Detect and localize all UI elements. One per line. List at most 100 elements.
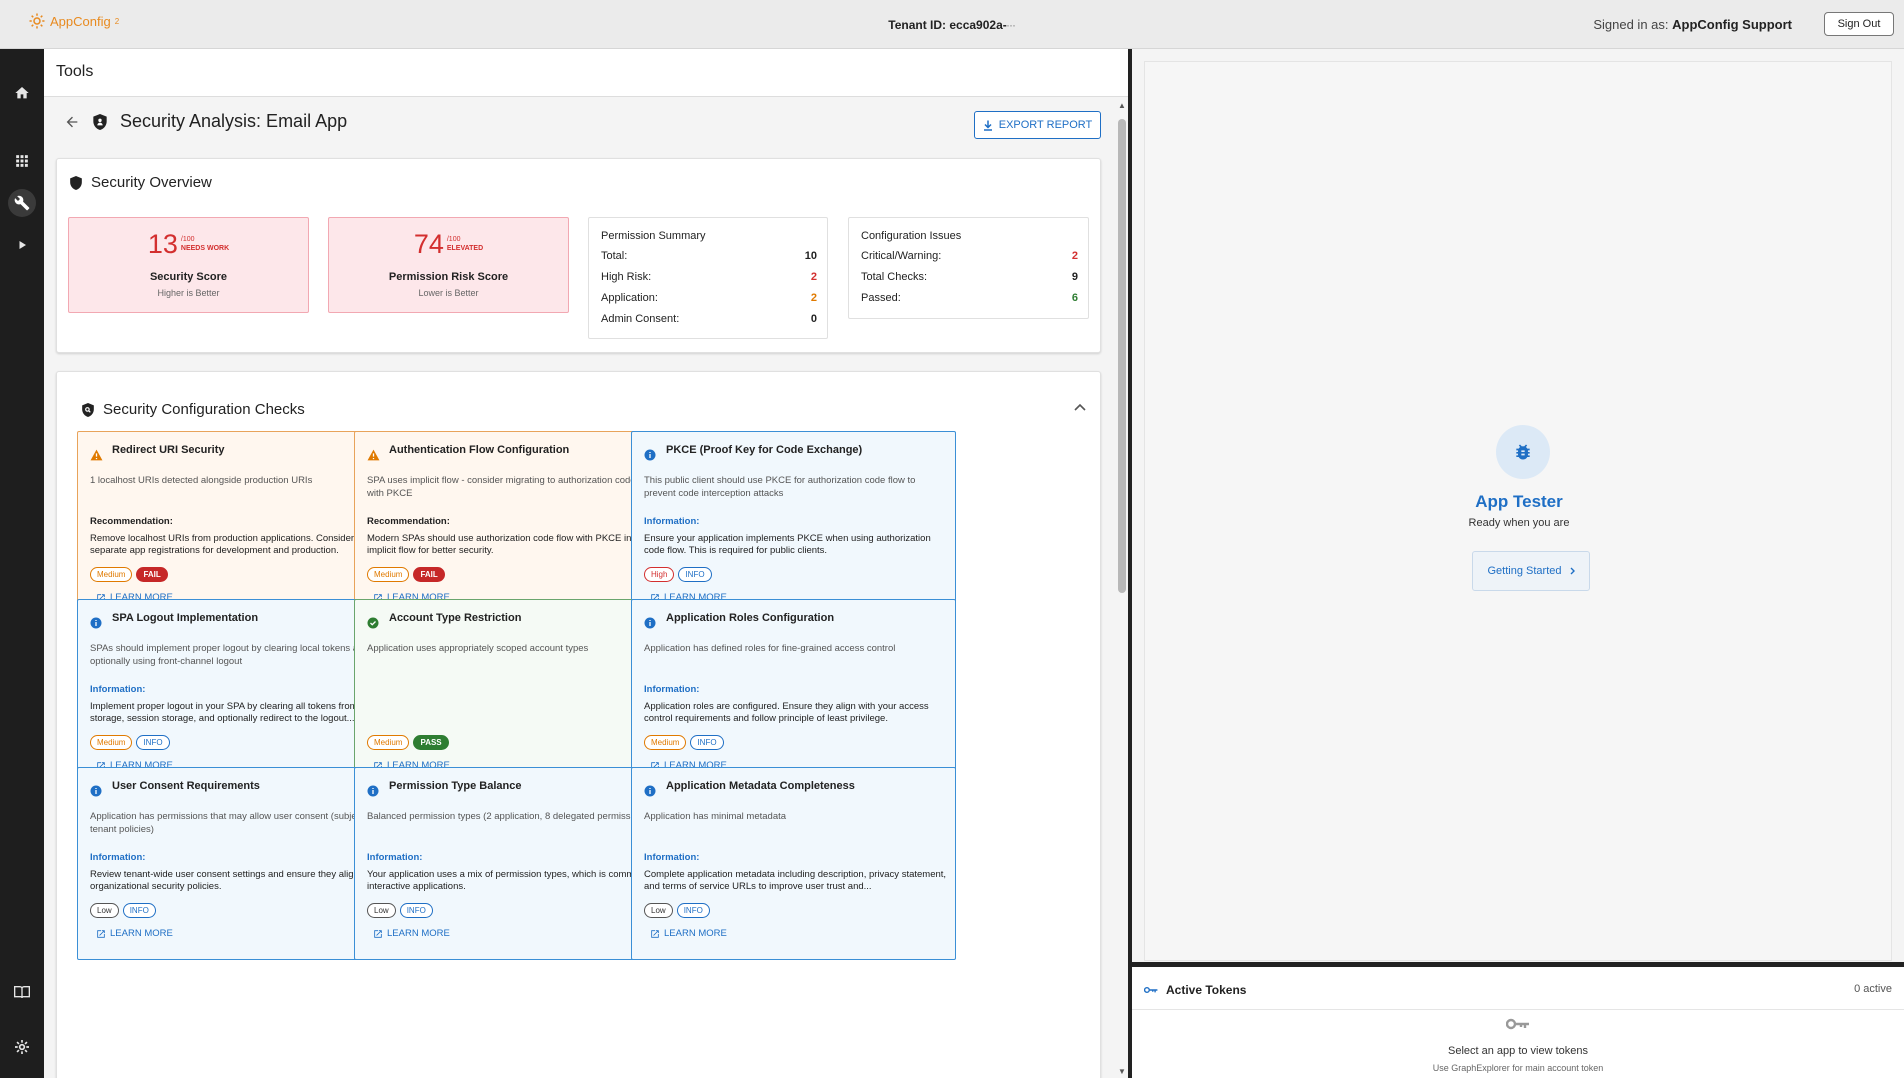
scroll-down-arrow-icon[interactable]: ▼ <box>1118 1067 1126 1076</box>
check-recommendation-text: Ensure your application implements PKCE … <box>644 533 931 556</box>
configuration-issues-row: Passed: 6 <box>861 292 1078 313</box>
app-tester-pane: App Tester Ready when you are Getting St… <box>1132 49 1904 1078</box>
security-score-label: Security Score <box>149 271 228 283</box>
check-description: This public client should use PKCE for a… <box>644 475 916 499</box>
check-recommendation-text: Implement proper logout in your SPA by c… <box>90 701 380 724</box>
permission-summary-row: Admin Consent: 0 <box>601 313 817 334</box>
app-tester-subtitle: Ready when you are <box>1468 517 1570 529</box>
learn-more-link[interactable]: LEARN MORE <box>650 928 727 939</box>
sidebar-item-docs[interactable] <box>0 977 44 1007</box>
check-recommendation-label: Information: <box>90 852 146 863</box>
sidebar-item-apps[interactable] <box>0 146 44 176</box>
page-title: Security Analysis: Email App <box>120 111 348 131</box>
tenant-id-label: Tenant ID: ecca902a- <box>888 18 1007 32</box>
logo-sup: 2 <box>114 16 120 26</box>
sidebar <box>0 49 44 1078</box>
risk-score-value: 74 <box>413 229 444 259</box>
export-report-label: EXPORT REPORT <box>998 119 1093 131</box>
permission-summary-value: 2 <box>810 292 817 304</box>
security-checks-heading: Security Configuration Checks <box>81 401 305 418</box>
sidebar-item-home[interactable] <box>0 78 44 108</box>
check-title: SPA Logout Implementation <box>112 612 259 624</box>
scrollbar-thumb[interactable] <box>1118 119 1126 593</box>
status-badge: FAIL <box>413 567 445 582</box>
bug-icon <box>1496 425 1550 479</box>
permission-summary-title: Permission Summary <box>601 230 706 242</box>
info-icon <box>644 449 656 461</box>
logo-text: AppConfig <box>50 13 111 29</box>
signed-in-prefix: Signed in as: <box>1593 17 1669 32</box>
collapse-chevron-icon[interactable] <box>1074 400 1086 414</box>
check-card: PKCE (Proof Key for Code Exchange) This p… <box>631 431 956 624</box>
check-recommendation-text: Your application uses a mix of permissio… <box>367 869 659 892</box>
sidebar-item-tools[interactable] <box>0 188 44 218</box>
security-checks-panel: Security Configuration Checks Redirect U… <box>56 371 1101 1078</box>
check-title: PKCE (Proof Key for Code Exchange) <box>666 444 863 456</box>
export-report-button[interactable]: EXPORT REPORT <box>974 111 1101 139</box>
scroll-up-arrow-icon[interactable]: ▲ <box>1118 101 1126 110</box>
security-overview-title: Security Overview <box>91 174 212 191</box>
learn-more-link[interactable]: LEARN MORE <box>373 928 450 939</box>
configuration-issues-value: 6 <box>1071 292 1078 304</box>
tools-pane: Tools ▲ ▼ Security Analysis: Email App E… <box>44 49 1128 1078</box>
check-status-icon <box>644 784 656 802</box>
configuration-issues-label: Passed: <box>861 292 901 304</box>
page-header: Security Analysis: Email App <box>64 111 347 132</box>
check-recommendation-label: Recommendation: <box>367 516 450 527</box>
check-recommendation-label: Information: <box>644 516 700 527</box>
severity-badge: Low <box>90 903 119 918</box>
open-external-icon <box>374 929 382 938</box>
permission-summary-row: Total: 10 <box>601 250 817 271</box>
vertical-scrollbar[interactable]: ▲ ▼ <box>1115 97 1128 1078</box>
check-title: Permission Type Balance <box>389 780 522 792</box>
check-title: User Consent Requirements <box>112 780 260 792</box>
check-card: Application Roles Configuration Applicati… <box>631 599 956 792</box>
check-recommendation-label: Information: <box>367 852 423 863</box>
signed-in-user: AppConfig Support <box>1672 17 1792 32</box>
app-logo[interactable]: AppConfig 2 <box>28 12 119 30</box>
severity-badge: Medium <box>367 735 410 750</box>
sidebar-item-run[interactable] <box>0 230 44 260</box>
logo-gear-icon <box>29 13 45 29</box>
check-description: Application has permissions that may all… <box>90 811 375 835</box>
severity-badge: High <box>644 567 675 582</box>
getting-started-label: Getting Started <box>1487 565 1562 577</box>
severity-badge: Low <box>367 903 396 918</box>
status-badge: FAIL <box>136 567 168 582</box>
app-tester-area: App Tester Ready when you are Getting St… <box>1144 61 1892 961</box>
tools-header: Tools <box>44 49 1128 97</box>
open-external-icon <box>651 929 659 938</box>
shield-filled-icon <box>70 175 82 190</box>
active-tokens-panel: Active Tokens 0 active Select an app to … <box>1132 967 1904 1078</box>
info-icon <box>90 785 102 797</box>
key-large-icon <box>1506 1018 1529 1030</box>
check-status-icon <box>90 448 103 466</box>
learn-more-link[interactable]: LEARN MORE <box>96 928 173 939</box>
status-badge: INFO <box>678 567 712 582</box>
check-recommendation-label: Information: <box>90 684 146 695</box>
book-icon <box>14 986 30 999</box>
check-circle-icon <box>367 617 379 629</box>
security-overview-heading: Security Overview <box>69 174 212 191</box>
warning-icon <box>367 449 380 461</box>
tools-wrench-icon <box>14 195 30 211</box>
configuration-issues-box: Configuration Issues Critical/Warning: 2 T… <box>848 217 1089 319</box>
sign-out-button[interactable]: Sign Out <box>1824 12 1894 36</box>
back-arrow-icon[interactable] <box>64 114 80 130</box>
getting-started-button[interactable]: Getting Started <box>1472 551 1590 591</box>
risk-score-status: ELEVATED <box>446 245 484 252</box>
check-card: Application Metadata Completeness Applica… <box>631 767 956 960</box>
shield-search-icon <box>82 402 94 417</box>
tenant-id-redacted: ··· <box>1006 21 1016 31</box>
check-title: Application Metadata Completeness <box>666 780 855 792</box>
sidebar-item-settings[interactable] <box>0 1032 44 1062</box>
active-tokens-heading: Active Tokens <box>1144 983 1246 997</box>
check-title: Redirect URI Security <box>112 444 225 456</box>
tokens-header-divider <box>1132 1009 1904 1010</box>
configuration-issues-value: 9 <box>1071 271 1078 283</box>
permission-summary-label: High Risk: <box>601 271 652 283</box>
check-recommendation-text: Remove localhost URIs from production ap… <box>90 533 380 556</box>
check-status-icon <box>367 448 380 466</box>
chevron-right-icon <box>1570 567 1575 575</box>
active-tokens-count: 0 active <box>1854 983 1892 995</box>
